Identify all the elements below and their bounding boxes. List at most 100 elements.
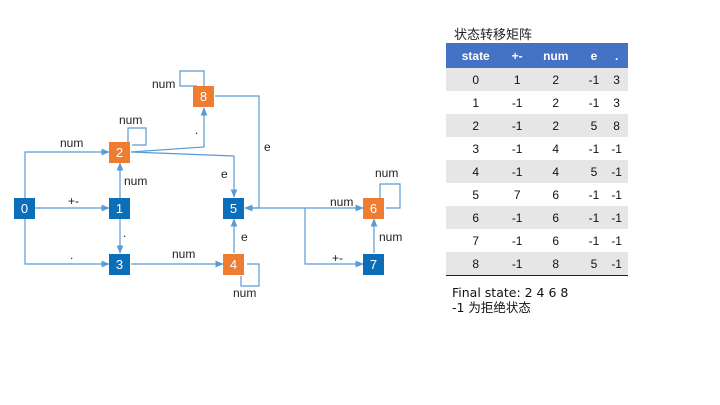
table-cell: 5 <box>446 183 506 206</box>
table-cell: -1 <box>582 137 606 160</box>
svg-text:6: 6 <box>370 201 377 216</box>
edge-label-4-4: num <box>233 286 256 300</box>
table-cell: 8 <box>605 114 628 137</box>
table-row: 7 -1 6 -1 -1 <box>446 229 628 252</box>
table-cell: -1 <box>582 91 606 114</box>
edge-label-8-8: num <box>152 77 175 91</box>
table-cell: 1 <box>446 91 506 114</box>
header-state: state <box>446 43 506 68</box>
state-node-2: 2 <box>109 142 130 163</box>
table-cell: 6 <box>528 229 583 252</box>
table-cell: -1 <box>582 68 606 91</box>
table-cell: 5 <box>582 160 606 183</box>
header-dot: . <box>605 43 628 68</box>
final-state-note: Final state: 2 4 6 8 <box>452 285 569 300</box>
edge-label-1-2: num <box>124 174 147 188</box>
svg-text:0: 0 <box>21 201 28 216</box>
table-cell: -1 <box>505 160 529 183</box>
table-row: 0 1 2 -1 3 <box>446 68 628 91</box>
table-cell: 5 <box>582 114 606 137</box>
edge-label-0-1: +- <box>68 194 79 208</box>
table-cell: -1 <box>582 183 606 206</box>
svg-text:8: 8 <box>200 89 207 104</box>
edge-0-2 <box>24 148 110 198</box>
svg-text:2: 2 <box>116 145 123 160</box>
table-cell: 6 <box>528 206 583 229</box>
edge-label-0-3: . <box>70 248 73 262</box>
table-cell: -1 <box>505 229 529 252</box>
header-num: num <box>528 43 583 68</box>
table-cell: 8 <box>446 252 506 276</box>
edge-0-3 <box>24 218 110 268</box>
edge-label-3-4: num <box>172 247 195 261</box>
header-e: e <box>582 43 606 68</box>
table-cell: -1 <box>605 160 628 183</box>
table-cell: 3 <box>605 91 628 114</box>
state-node-3: 3 <box>109 254 130 275</box>
transition-table: state +- num e . 0 1 2 -1 3 1 -1 2 -1 3 2 -1 2 5 8 3… <box>446 43 628 276</box>
edge-label-1-3: . <box>123 226 126 240</box>
reject-state-note: -1 为拒绝状态 <box>452 300 531 315</box>
edge-label-0-2: num <box>60 136 83 150</box>
table-row: 5 7 6 -1 -1 <box>446 183 628 206</box>
state-node-6: 6 <box>363 198 384 219</box>
svg-text:3: 3 <box>116 257 123 272</box>
table-cell: -1 <box>605 229 628 252</box>
table-cell: -1 <box>505 91 529 114</box>
table-cell: 2 <box>528 114 583 137</box>
table-cell: 2 <box>446 114 506 137</box>
table-cell: -1 <box>582 229 606 252</box>
table-cell: 4 <box>528 137 583 160</box>
table-cell: -1 <box>505 137 529 160</box>
svg-text:7: 7 <box>370 257 377 272</box>
edge-label-7-6: num <box>379 230 402 244</box>
edge-label-5-7: +- <box>332 251 343 265</box>
state-node-8: 8 <box>193 86 214 107</box>
table-cell: 8 <box>528 252 583 276</box>
state-node-1: 1 <box>109 198 130 219</box>
edge-label-5-6: num <box>330 195 353 209</box>
table-cell: 7 <box>505 183 529 206</box>
svg-text:1: 1 <box>116 201 123 216</box>
table-cell: 0 <box>446 68 506 91</box>
table-cell: -1 <box>505 114 529 137</box>
table-row: 4 -1 4 5 -1 <box>446 160 628 183</box>
table-row: 8 -1 8 5 -1 <box>446 252 628 276</box>
table-cell: 2 <box>528 68 583 91</box>
state-node-4: 4 <box>223 254 244 275</box>
table-row: 1 -1 2 -1 3 <box>446 91 628 114</box>
state-node-7: 7 <box>363 254 384 275</box>
table-cell: 2 <box>528 91 583 114</box>
table-cell: 6 <box>528 183 583 206</box>
edge-label-2-8: . <box>195 123 198 137</box>
table-cell: 6 <box>446 206 506 229</box>
table-cell: -1 <box>605 137 628 160</box>
table-cell: -1 <box>582 206 606 229</box>
table-cell: -1 <box>605 252 628 276</box>
table-cell: -1 <box>605 206 628 229</box>
table-cell: 4 <box>446 160 506 183</box>
table-cell: 1 <box>505 68 529 91</box>
state-node-0: 0 <box>14 198 35 219</box>
table-row: 6 -1 6 -1 -1 <box>446 206 628 229</box>
notes: Final state: 2 4 6 8 -1 为拒绝状态 <box>452 285 568 315</box>
edge-2-2-loop <box>127 127 147 146</box>
table-header-row: state +- num e . <box>446 43 628 68</box>
edge-label-6-6: num <box>375 166 398 180</box>
edge-label-4-5: e <box>241 230 248 244</box>
edge-8-8-loop <box>179 70 205 87</box>
svg-text:5: 5 <box>230 201 237 216</box>
table-cell: 3 <box>446 137 506 160</box>
edge-8-5 <box>215 95 260 212</box>
edge-label-8-5: e <box>264 140 271 154</box>
svg-text:4: 4 <box>230 257 237 272</box>
table-cell: 3 <box>605 68 628 91</box>
edge-label-2-2: num <box>119 113 142 127</box>
table-title: 状态转移矩阵 <box>454 28 533 43</box>
state-node-5: 5 <box>223 198 244 219</box>
table-cell: 5 <box>582 252 606 276</box>
table-cell: -1 <box>605 183 628 206</box>
table-row: 3 -1 4 -1 -1 <box>446 137 628 160</box>
header-plusminus: +- <box>505 43 529 68</box>
edge-label-2-5: e <box>221 167 228 181</box>
